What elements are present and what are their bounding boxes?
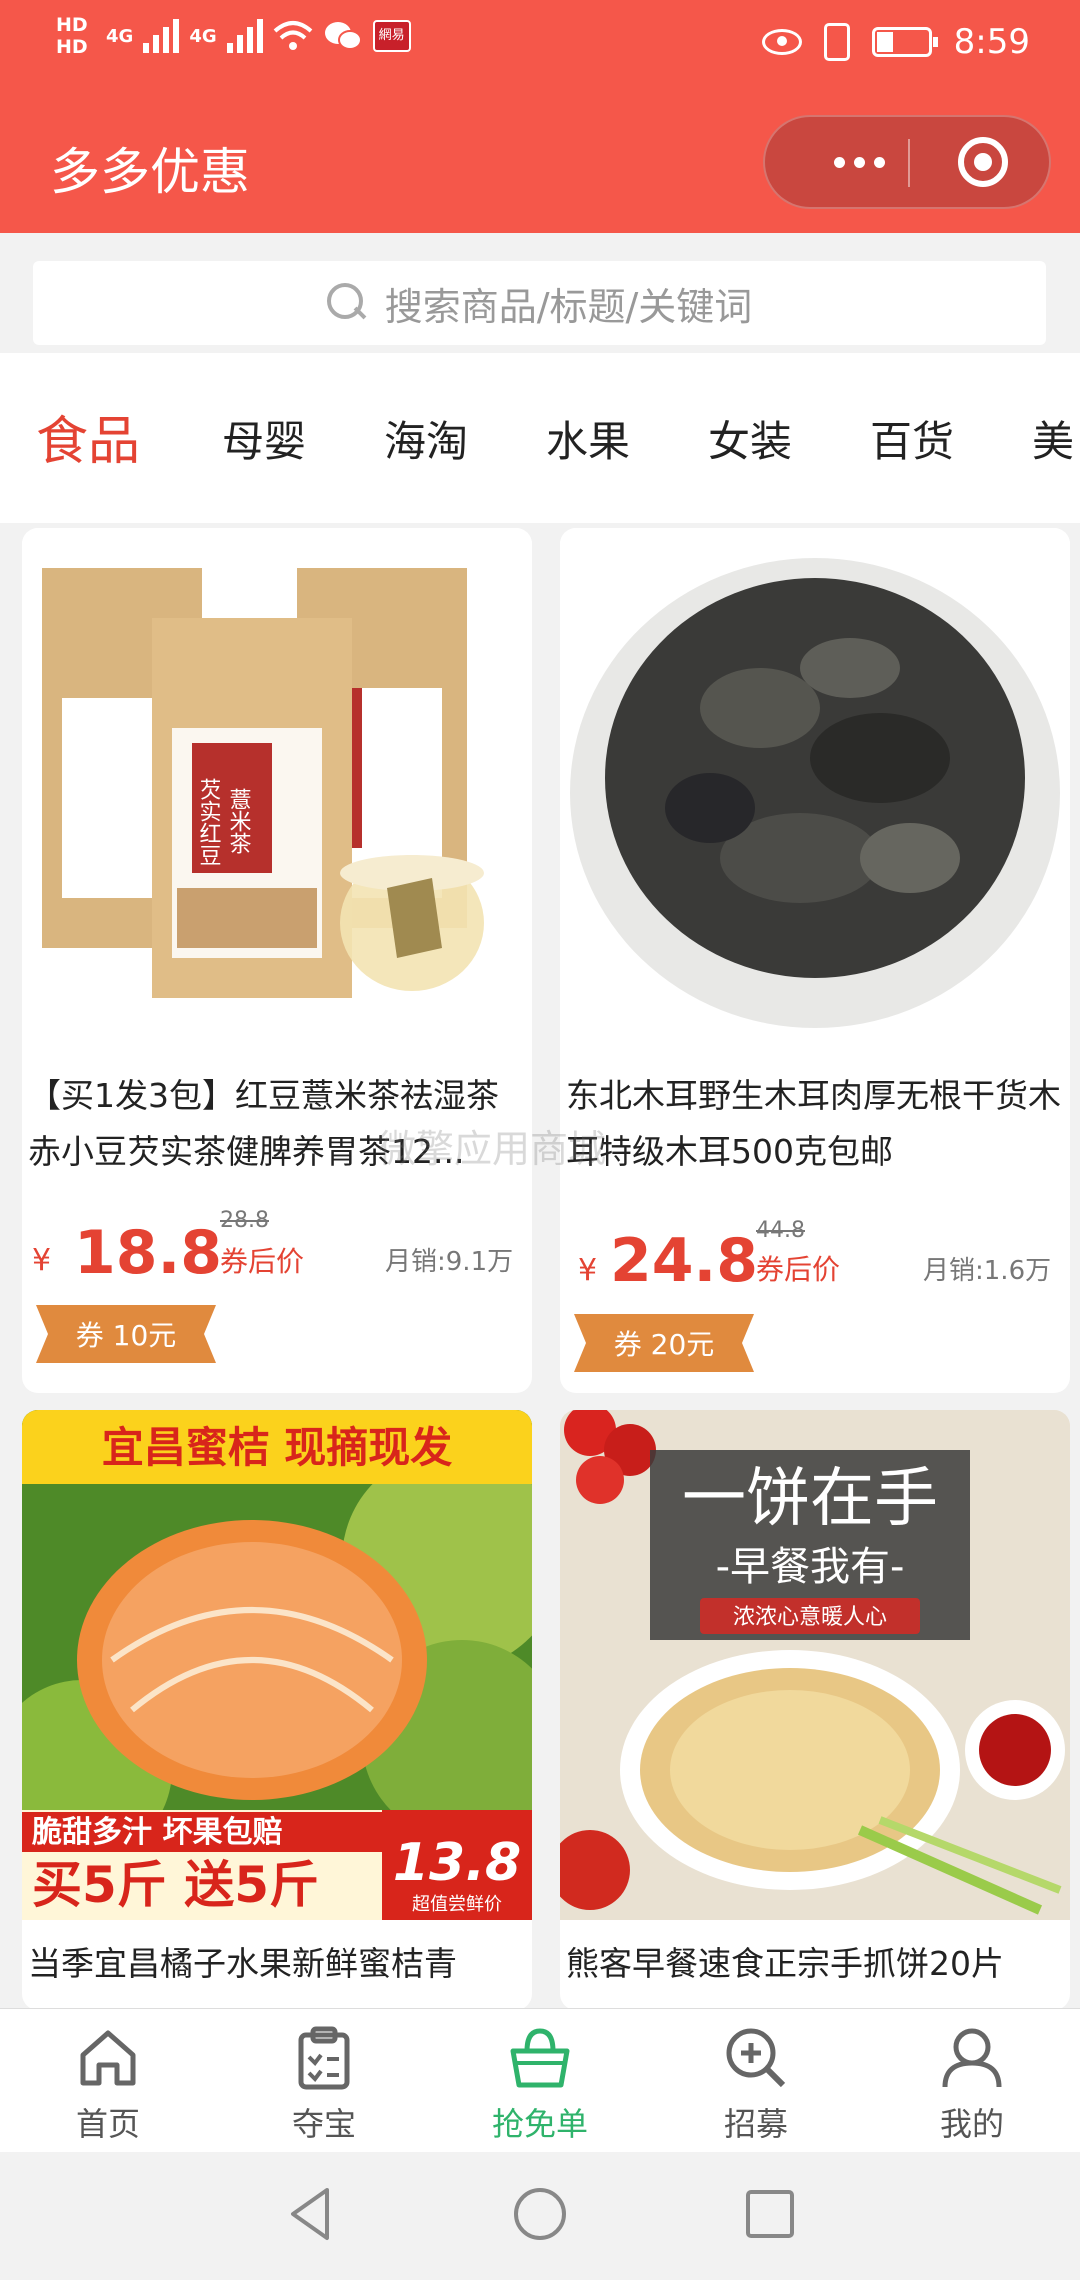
netease-icon: 網易 xyxy=(372,20,411,52)
user-icon xyxy=(942,2028,1002,2088)
search-placeholder: 搜索商品/标题/关键词 xyxy=(384,284,753,329)
status-bar: HD HD 4G 4G 網易 8:59 xyxy=(0,0,1080,92)
product-image-text: 脆甜多汁 坏果包赔 xyxy=(31,1815,282,1850)
coupon-badge[interactable]: 券 10元 xyxy=(36,1305,216,1363)
product-title: 东北木耳野生木耳肉厚无根干货木耳特级木耳500克包邮 xyxy=(566,1076,1061,1171)
product-title: 当季宜昌橘子水果新鲜蜜桔青 xyxy=(28,1944,457,1983)
product-image-text: 买5斤 送5斤 xyxy=(32,1856,319,1914)
system-nav-bar xyxy=(0,2152,1080,2280)
monthly-sales: 月销:1.6万 xyxy=(923,1256,1052,1286)
tab-label: 夺宝 xyxy=(291,2105,356,2143)
category-tabs: 食品 母婴 海淘 水果 女装 百货 美 xyxy=(0,353,1080,523)
tab-free-order[interactable]: 抢免单 xyxy=(432,2009,648,2152)
product-image-text: 浓浓心意暖人心 xyxy=(733,1605,887,1630)
more-dots-icon[interactable] xyxy=(809,117,909,207)
tab-label: 首页 xyxy=(75,2105,140,2143)
tab-fruit[interactable]: 水果 xyxy=(546,408,630,469)
hd-indicator: HD HD xyxy=(56,14,88,58)
product-image-text: -早餐我有- xyxy=(716,1544,905,1590)
after-coupon-label: 券后价 xyxy=(220,1245,305,1278)
signal-icon xyxy=(226,19,263,53)
currency-symbol: ¥ xyxy=(32,1243,52,1278)
battery-icon xyxy=(871,27,938,57)
search-input[interactable]: 搜索商品/标题/关键词 xyxy=(33,261,1046,345)
target-circle-icon[interactable] xyxy=(958,137,1008,187)
network-type: 4G xyxy=(106,25,134,47)
after-coupon-label: 券后价 xyxy=(756,1253,841,1286)
bottom-tab-bar: 首页 夺宝 抢免单 招募 我的 xyxy=(0,2008,1080,2152)
header-bar: HD HD 4G 4G 網易 8:59 多多优惠 xyxy=(0,0,1080,233)
search-icon xyxy=(326,283,367,323)
home-circle-icon[interactable] xyxy=(512,2184,568,2244)
tab-maternal-baby[interactable]: 母婴 xyxy=(222,408,306,469)
product-image-text: 一饼在手 xyxy=(682,1462,938,1536)
original-price: 28.8 xyxy=(220,1208,269,1233)
product-image xyxy=(560,528,1070,1038)
back-icon[interactable] xyxy=(285,2184,335,2244)
status-time: 8:59 xyxy=(953,22,1030,62)
currency-symbol: ¥ xyxy=(578,1253,598,1288)
tab-mine[interactable]: 我的 xyxy=(864,2009,1080,2152)
search-plus-icon xyxy=(726,2028,786,2088)
product-card[interactable]: 芡实红豆 薏米茶 【买1发3包】红豆薏米茶祛湿茶赤小豆芡实茶健脾养胃茶12...… xyxy=(22,528,532,1393)
product-image: 一饼在手 -早餐我有- 浓浓心意暖人心 xyxy=(560,1410,1070,1920)
wechat-icon xyxy=(324,22,362,50)
product-card[interactable]: 宜昌蜜桔 现摘现发 脆甜多汁 坏果包赔 买5斤 送5斤 13.8 超值尝鲜价 当… xyxy=(22,1410,532,2010)
eye-icon xyxy=(761,29,802,55)
vibrate-icon xyxy=(823,23,850,61)
product-image: 芡实红豆 薏米茶 xyxy=(22,528,532,1038)
tab-food[interactable]: 食品 xyxy=(36,399,140,474)
product-title: 熊客早餐速食正宗手抓饼20片 xyxy=(566,1944,1004,1983)
wifi-icon xyxy=(273,21,312,50)
product-image-text: 13.8 xyxy=(393,1833,521,1893)
signal-icon xyxy=(143,19,180,53)
clipboard-icon xyxy=(298,2026,350,2090)
product-card[interactable]: 东北木耳野生木耳肉厚无根干货木耳特级木耳500克包邮 44.8 ¥ 24.8 券… xyxy=(560,528,1070,1393)
product-image-text: 薏米茶 xyxy=(226,788,252,854)
product-image-text: 芡实红豆 xyxy=(196,778,222,866)
product-image: 宜昌蜜桔 现摘现发 脆甜多汁 坏果包赔 买5斤 送5斤 13.8 超值尝鲜价 xyxy=(22,1410,532,1920)
home-icon xyxy=(80,2030,136,2086)
product-image-text: 超值尝鲜价 xyxy=(412,1894,502,1915)
capsule-divider xyxy=(908,139,910,187)
tab-women-clothing[interactable]: 女装 xyxy=(708,408,792,469)
tab-beauty[interactable]: 美 xyxy=(1032,408,1074,469)
tab-general-goods[interactable]: 百货 xyxy=(870,408,954,469)
tab-home[interactable]: 首页 xyxy=(0,2009,216,2152)
page-title: 多多优惠 xyxy=(50,143,250,201)
tab-overseas[interactable]: 海淘 xyxy=(384,408,468,469)
original-price: 44.8 xyxy=(756,1218,805,1243)
shopping-bag-icon xyxy=(510,2028,570,2088)
coupon-badge[interactable]: 券 20元 xyxy=(574,1314,754,1372)
tab-treasure[interactable]: 夺宝 xyxy=(216,2009,432,2152)
recents-icon[interactable] xyxy=(742,2184,798,2244)
monthly-sales: 月销:9.1万 xyxy=(385,1247,514,1277)
tab-label: 抢免单 xyxy=(491,2105,588,2143)
network-type: 4G xyxy=(189,25,217,47)
coupon-price: 24.8 xyxy=(610,1226,759,1296)
mini-program-capsule xyxy=(763,115,1051,209)
coupon-price: 18.8 xyxy=(74,1218,223,1288)
tab-label: 我的 xyxy=(939,2105,1004,2143)
search-area: 搜索商品/标题/关键词 xyxy=(0,233,1080,353)
tab-label: 招募 xyxy=(723,2105,788,2143)
watermark: 微擎应用商城 xyxy=(378,1127,607,1171)
product-card[interactable]: 一饼在手 -早餐我有- 浓浓心意暖人心 熊客早餐速食正宗手抓饼20片 xyxy=(560,1410,1070,2010)
product-image-text: 宜昌蜜桔 现摘现发 xyxy=(102,1423,453,1472)
tab-recruit[interactable]: 招募 xyxy=(648,2009,864,2152)
